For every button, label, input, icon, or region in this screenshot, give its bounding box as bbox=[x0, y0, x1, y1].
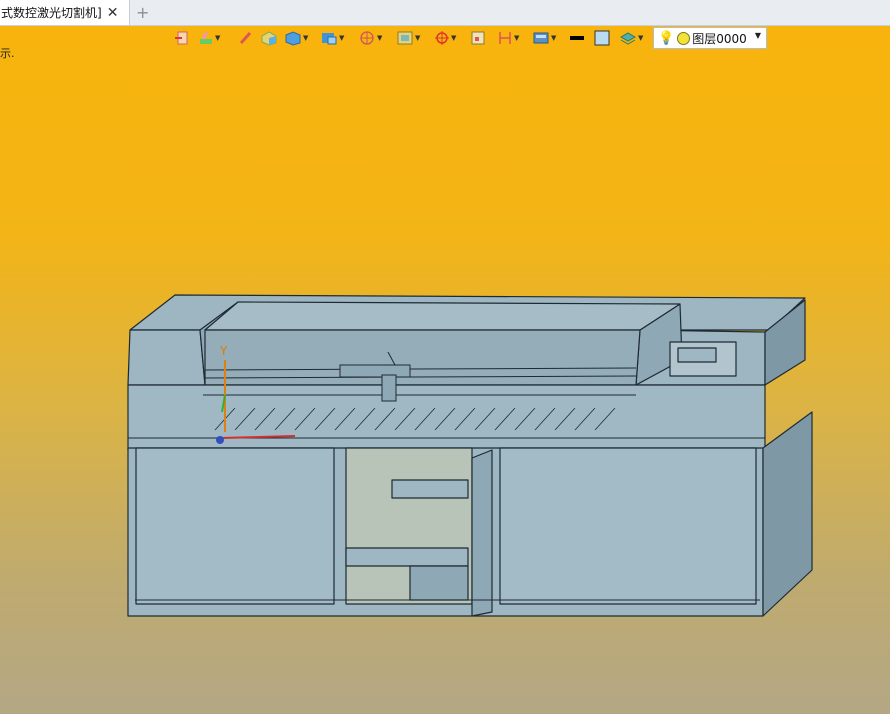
line-color-icon bbox=[570, 36, 584, 40]
layer-name: 图层0000 bbox=[692, 31, 747, 46]
render-settings-icon bbox=[533, 32, 549, 44]
render-style-icon bbox=[360, 31, 374, 45]
view-frame-icon bbox=[397, 31, 413, 45]
lightbulb-icon: 💡 bbox=[658, 30, 675, 46]
dimension-icon bbox=[499, 32, 511, 44]
layer-stack-icon bbox=[619, 32, 637, 45]
display-mode-button[interactable]: ▼ bbox=[320, 27, 344, 49]
solid-button[interactable] bbox=[260, 27, 278, 49]
display-mode-icon bbox=[322, 33, 337, 45]
blue-box-icon bbox=[285, 31, 301, 46]
close-icon[interactable]: ✕ bbox=[107, 5, 119, 21]
chevron-down-icon: ▼ bbox=[551, 34, 557, 42]
laser-cutter-model bbox=[127, 294, 813, 617]
lower-shelf bbox=[345, 547, 469, 567]
new-tab-button[interactable]: + bbox=[136, 3, 149, 22]
left-cabin bbox=[127, 329, 206, 386]
import-button[interactable] bbox=[174, 27, 190, 49]
crosshair-button[interactable]: ▼ bbox=[434, 27, 456, 49]
select-box-icon bbox=[471, 31, 485, 45]
chevron-down-icon: ▼ bbox=[339, 34, 345, 42]
chevron-down-icon: ▼ bbox=[754, 31, 761, 40]
lid bbox=[204, 301, 681, 331]
layer-stack-button[interactable]: ▼ bbox=[619, 27, 643, 49]
lower-side bbox=[762, 411, 813, 617]
chevron-down-icon: ▼ bbox=[451, 34, 457, 42]
paint-brush-icon bbox=[200, 31, 212, 44]
render-style-button[interactable]: ▼ bbox=[358, 27, 382, 49]
control-screen bbox=[677, 347, 717, 363]
chevron-down-icon: ▼ bbox=[415, 34, 421, 42]
drawer bbox=[391, 479, 469, 499]
select-box-button[interactable] bbox=[470, 27, 486, 49]
toolbar: ▼ ▼ ▼ ▼ ▼ ▼ ▼ ▼ ▼ 💡 图层0000 ▼ bbox=[172, 27, 768, 49]
left-door bbox=[135, 447, 335, 605]
rail-bracket bbox=[409, 565, 469, 601]
status-hint: 示. bbox=[0, 47, 15, 60]
import-icon bbox=[175, 31, 188, 45]
chevron-down-icon: ▼ bbox=[514, 34, 520, 42]
view-frame-button[interactable]: ▼ bbox=[396, 27, 420, 49]
open-door-panel bbox=[471, 449, 493, 617]
brush-button[interactable]: ▼ bbox=[198, 27, 220, 49]
right-door bbox=[499, 447, 757, 605]
layer-status-icon bbox=[677, 31, 691, 45]
pencil-icon bbox=[239, 31, 252, 45]
chevron-down-icon: ▼ bbox=[377, 34, 383, 42]
dimension-button[interactable]: ▼ bbox=[497, 27, 519, 49]
layer-dropdown[interactable]: 💡 图层0000 ▼ bbox=[653, 27, 767, 49]
render-settings-button[interactable]: ▼ bbox=[532, 27, 556, 49]
chevron-down-icon: ▼ bbox=[303, 34, 309, 42]
document-tab[interactable]: 式数控激光切割机] ✕ bbox=[0, 0, 130, 25]
axis-label-y: Y bbox=[220, 344, 228, 358]
tab-title: 式数控激光切割机] bbox=[1, 6, 102, 20]
line-color-button[interactable] bbox=[569, 27, 585, 49]
3d-viewport[interactable]: Y 示. bbox=[0, 26, 890, 714]
sketch-button[interactable] bbox=[239, 27, 253, 49]
box-button[interactable]: ▼ bbox=[284, 27, 308, 49]
tab-bar: 式数控激光切割机] ✕ + bbox=[0, 0, 890, 26]
fill-color-icon bbox=[594, 30, 610, 46]
chevron-down-icon: ▼ bbox=[638, 34, 644, 42]
fill-color-button[interactable] bbox=[594, 27, 610, 49]
chevron-down-icon: ▼ bbox=[215, 34, 221, 42]
crosshair-icon bbox=[435, 31, 449, 45]
solid-box-icon bbox=[261, 31, 277, 46]
